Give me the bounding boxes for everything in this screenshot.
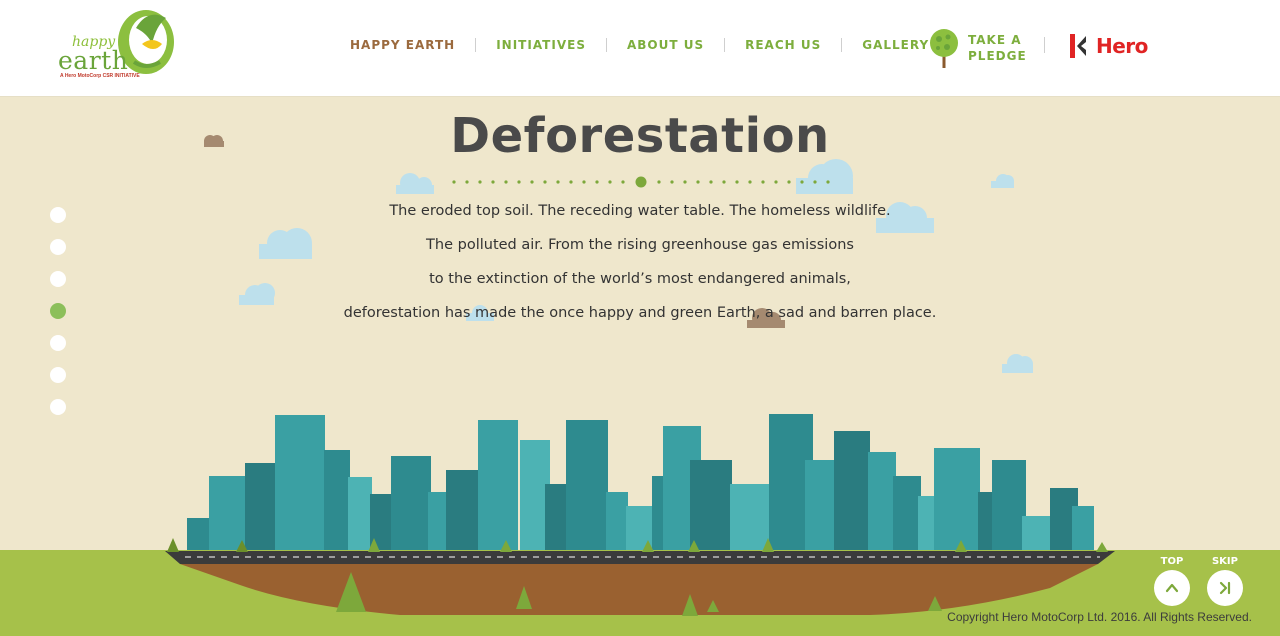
section-dot-3[interactable] (50, 271, 66, 287)
title-divider (452, 176, 830, 188)
nav-item-initiatives[interactable]: INITIATIVES (475, 38, 606, 52)
nav-item-reach-us[interactable]: REACH US (724, 38, 841, 52)
pledge-line-2: PLEDGE (968, 49, 1027, 63)
skip-button[interactable] (1207, 570, 1243, 606)
intro-line: to the extinction of the world’s most en… (429, 271, 851, 287)
section-dot-1[interactable] (50, 207, 66, 223)
skip-button-label: SKIP (1211, 556, 1238, 567)
header: happy earth A Hero MotoCorp CSR INITIATI… (0, 0, 1280, 97)
top-button-label: TOP (1160, 556, 1184, 567)
scroll-top-button[interactable] (1154, 570, 1190, 606)
intro-line: deforestation has made the once happy an… (343, 305, 937, 321)
nav-item-happy-earth[interactable]: HAPPY EARTH (336, 38, 475, 52)
cloud-icon (396, 173, 434, 194)
happy-earth-logo[interactable]: happy earth A Hero MotoCorp CSR INITIATI… (56, 4, 180, 84)
logo-tagline: A Hero MotoCorp CSR INITIATIVE (60, 73, 140, 79)
tree-icon (930, 29, 958, 68)
section-dot-6[interactable] (50, 367, 66, 383)
section-dot-4-active[interactable] (50, 303, 66, 319)
intro-line: The eroded top soil. The receding water … (389, 203, 891, 219)
cloud-icon (991, 174, 1014, 188)
section-dot-5[interactable] (50, 335, 66, 351)
main-nav: HAPPY EARTH INITIATIVES ABOUT US REACH U… (336, 37, 951, 53)
section-dot-2[interactable] (50, 239, 66, 255)
city-skyline (187, 414, 1094, 552)
page-title: Deforestation (450, 108, 830, 164)
nav-item-about-us[interactable]: ABOUT US (605, 38, 724, 52)
intro-paragraph: The eroded top soil. The receding water … (0, 200, 1280, 336)
section-dot-7[interactable] (50, 399, 66, 415)
copyright-text: Copyright Hero MotoCorp Ltd. 2016. All R… (947, 610, 1252, 624)
pledge-line-1: TAKE A (968, 33, 1022, 47)
tree-icon (167, 538, 1108, 616)
chevron-up-icon (1165, 583, 1179, 593)
intro-line: The polluted air. From the rising greenh… (426, 237, 854, 253)
hero-logo-link[interactable]: Hero (1068, 30, 1168, 62)
skip-forward-icon (1219, 581, 1231, 595)
nav-separator (1044, 37, 1045, 53)
take-a-pledge-button[interactable]: TAKE A PLEDGE (928, 26, 1028, 70)
hero-brand-text: Hero (1096, 34, 1148, 58)
cloud-icon (1002, 354, 1033, 373)
logo-word-earth: earth (58, 46, 129, 75)
hero-logo-icon (1070, 34, 1086, 58)
section-dots-nav (50, 207, 66, 431)
